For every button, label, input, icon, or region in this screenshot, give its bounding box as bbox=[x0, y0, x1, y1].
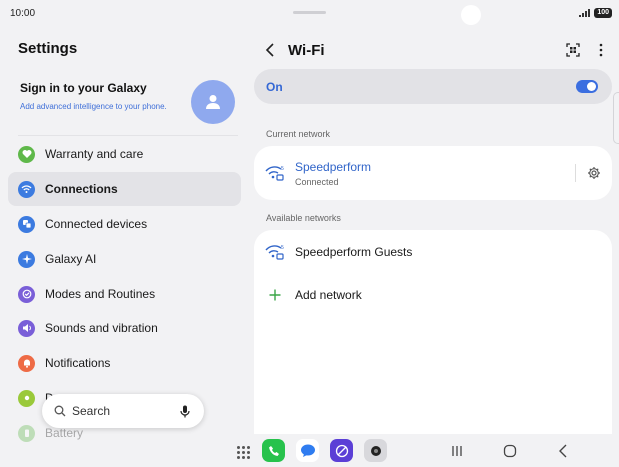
sidebar-item-label: Notifications bbox=[45, 356, 111, 370]
sidebar-item-label: Connections bbox=[45, 182, 118, 196]
home-icon bbox=[503, 444, 517, 458]
person-icon bbox=[206, 95, 220, 109]
messages-app-icon[interactable] bbox=[296, 439, 319, 462]
sun-icon bbox=[18, 389, 35, 407]
sidebar-item-connected-devices[interactable]: Connected devices bbox=[8, 207, 241, 241]
current-network-status: Connected bbox=[295, 176, 339, 187]
devices-icon bbox=[18, 215, 35, 233]
avatar[interactable] bbox=[191, 80, 235, 124]
account-title: Sign in to your Galaxy bbox=[20, 81, 147, 95]
apps-grid-icon[interactable] bbox=[237, 446, 250, 459]
available-networks-header: Available networks bbox=[266, 213, 341, 223]
account-subtitle: Add advanced intelligence to your phone. bbox=[20, 102, 167, 111]
speaker-icon bbox=[18, 319, 35, 337]
status-icons: 100 bbox=[579, 8, 612, 18]
heart-icon bbox=[18, 145, 35, 163]
back-button[interactable] bbox=[258, 38, 282, 62]
wifi-secured-icon: 5 bbox=[265, 245, 284, 260]
gear-icon bbox=[588, 167, 600, 179]
current-network-row[interactable]: 5 Speedperform Connected bbox=[264, 156, 604, 190]
svg-text:5: 5 bbox=[281, 166, 284, 172]
wifi-toggle-switch[interactable] bbox=[576, 80, 598, 93]
add-network-label: Add network bbox=[295, 288, 362, 302]
available-network-name: Speedperform Guests bbox=[295, 245, 413, 259]
wifi-toggle-bar[interactable]: On bbox=[254, 69, 612, 104]
bell-icon bbox=[18, 354, 35, 372]
search-label: Search bbox=[72, 404, 111, 418]
wifi-secured-icon: 5 bbox=[265, 166, 284, 181]
sidebar-item-warranty[interactable]: Warranty and care bbox=[8, 137, 241, 171]
more-options-button[interactable] bbox=[589, 38, 613, 62]
sidebar-item-label: Warranty and care bbox=[45, 147, 144, 161]
current-network-name: Speedperform bbox=[295, 159, 372, 174]
sidebar-item-sounds[interactable]: Sounds and vibration bbox=[8, 311, 241, 345]
drag-handle bbox=[293, 11, 326, 14]
divider bbox=[575, 164, 576, 182]
recents-icon bbox=[452, 446, 462, 456]
settings-title: Settings bbox=[18, 40, 78, 57]
check-circle-icon bbox=[18, 285, 35, 303]
current-network-header: Current network bbox=[266, 129, 331, 139]
recents-button[interactable] bbox=[449, 443, 465, 459]
home-button[interactable] bbox=[502, 443, 518, 459]
sidebar-item-label: Modes and Routines bbox=[45, 287, 156, 301]
sidebar-item-connections[interactable]: Connections bbox=[8, 172, 241, 206]
chevron-left-icon bbox=[265, 43, 274, 57]
sidebar-item-label: Galaxy AI bbox=[45, 252, 97, 266]
sidebar-item-modes-routines[interactable]: Modes and Routines bbox=[8, 277, 241, 311]
search-bar[interactable]: Search bbox=[42, 394, 204, 428]
back-nav-icon bbox=[559, 444, 567, 458]
svg-text:5: 5 bbox=[281, 245, 284, 251]
browser-app-icon[interactable] bbox=[330, 439, 353, 462]
camera-cutout bbox=[461, 5, 481, 25]
sidebar-item-label: Sounds and vibration bbox=[45, 321, 158, 335]
edge-panel-handle[interactable] bbox=[613, 92, 619, 144]
plus-icon bbox=[264, 289, 286, 301]
network-settings-button[interactable] bbox=[584, 163, 604, 183]
status-time: 10:00 bbox=[10, 8, 36, 19]
qr-scan-button[interactable] bbox=[561, 38, 585, 62]
divider bbox=[18, 135, 238, 136]
add-network-button[interactable]: Add network bbox=[264, 283, 604, 307]
sidebar-item-notifications[interactable]: Notifications bbox=[8, 346, 241, 380]
phone-app-icon[interactable] bbox=[262, 439, 285, 462]
page-title: Wi-Fi bbox=[288, 41, 325, 59]
search-icon bbox=[54, 405, 66, 417]
battery-indicator: 100 bbox=[594, 8, 612, 18]
wifi-icon bbox=[18, 180, 35, 198]
sparkle-icon bbox=[18, 250, 35, 268]
camera-app-icon[interactable] bbox=[364, 439, 387, 462]
mic-icon[interactable] bbox=[180, 405, 190, 418]
wifi-header: Wi-Fi bbox=[258, 38, 613, 62]
sidebar-item-galaxy-ai[interactable]: Galaxy AI bbox=[8, 242, 241, 276]
back-nav-button[interactable] bbox=[555, 443, 571, 459]
more-vertical-icon bbox=[599, 43, 603, 57]
available-network-row[interactable]: 5 Speedperform Guests bbox=[264, 240, 604, 264]
signal-icon bbox=[579, 9, 591, 17]
sidebar-item-label: Connected devices bbox=[45, 217, 148, 231]
wifi-toggle-label: On bbox=[266, 79, 283, 94]
qr-scan-icon bbox=[566, 43, 580, 57]
